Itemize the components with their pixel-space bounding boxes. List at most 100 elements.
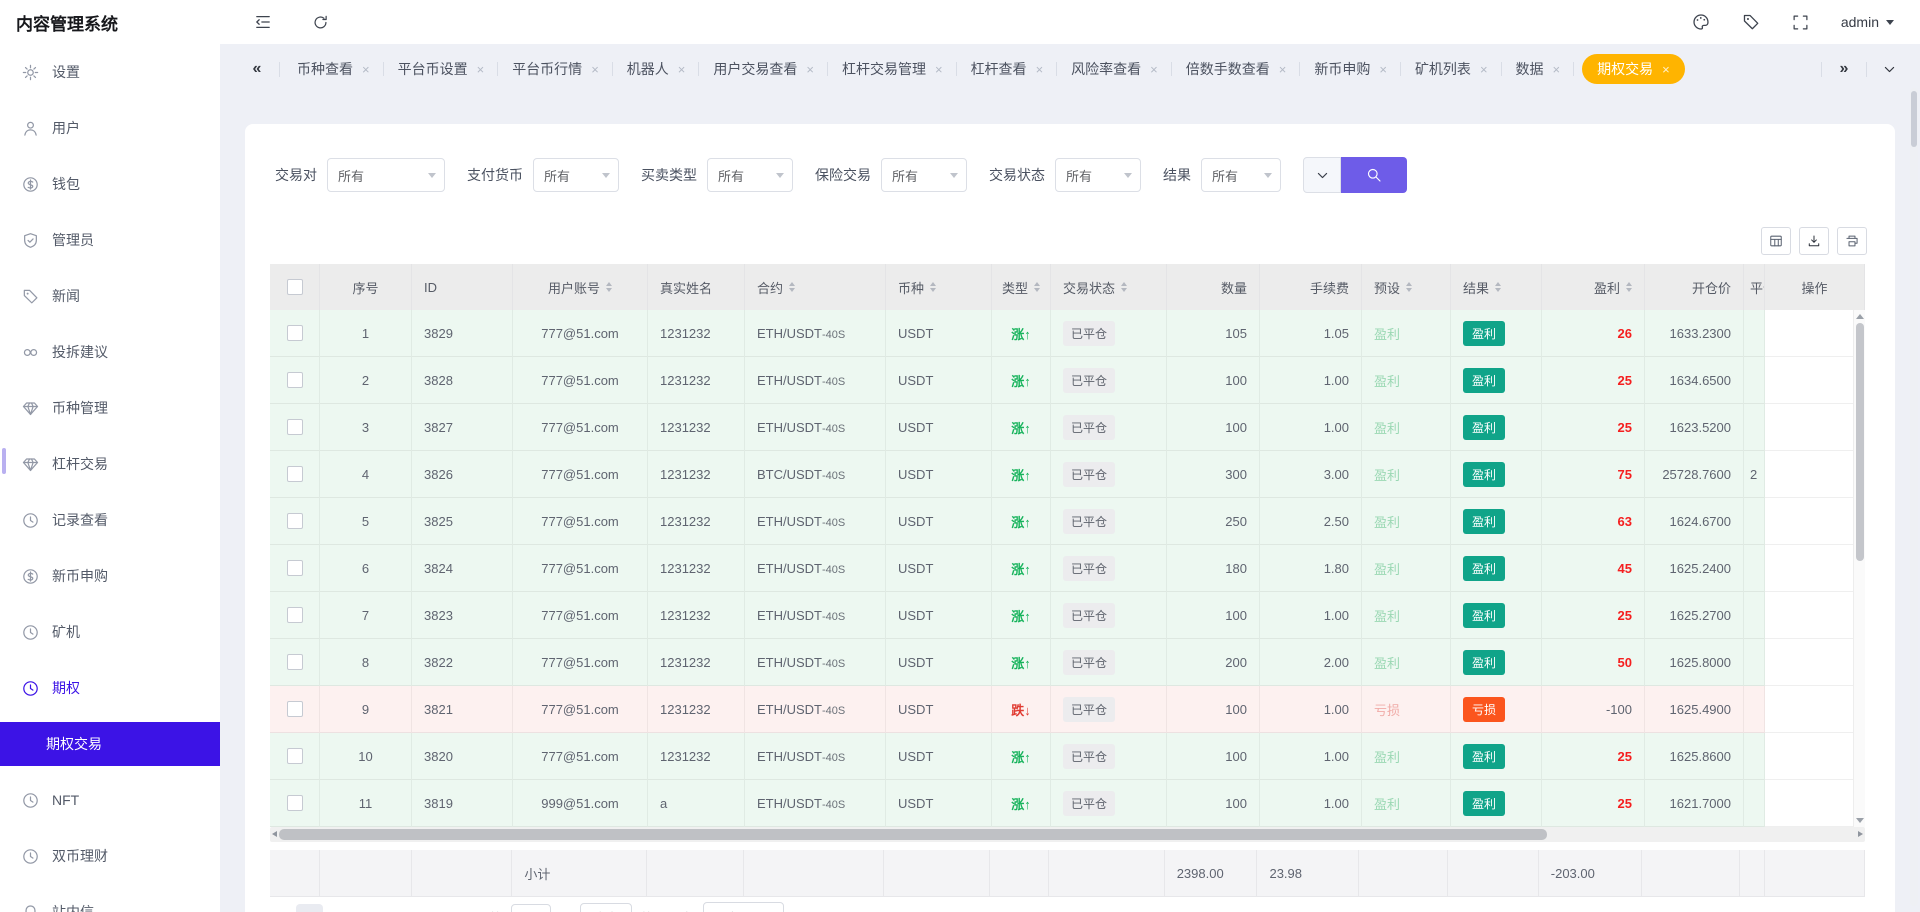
sidebar-item-settings[interactable]: 设置	[0, 44, 220, 100]
close-tab-icon[interactable]: ×	[1662, 62, 1670, 77]
close-tab-icon[interactable]: ×	[1379, 62, 1387, 77]
sidebar-item-users[interactable]: 用户	[0, 100, 220, 156]
confirm-button[interactable]: 确定	[580, 903, 632, 912]
filter-select[interactable]: 所有	[1055, 158, 1141, 192]
sidebar-scrollbar-thumb[interactable]	[2, 448, 6, 474]
scroll-up-arrow[interactable]	[1856, 314, 1864, 319]
scroll-right-arrow[interactable]	[1858, 831, 1863, 837]
vertical-scrollbar-thumb[interactable]	[1856, 323, 1864, 561]
next-page-button[interactable]: ›	[455, 908, 468, 912]
print-button[interactable]	[1837, 227, 1867, 255]
sort-icon[interactable]	[1626, 282, 1632, 292]
filter-select[interactable]: 所有	[327, 158, 445, 192]
row-checkbox[interactable]	[287, 607, 303, 623]
tab-11[interactable]: 矿机列表×	[1401, 44, 1502, 94]
row-checkbox[interactable]	[287, 419, 303, 435]
sort-icon[interactable]	[1121, 282, 1127, 292]
row-checkbox[interactable]	[287, 560, 303, 576]
fullscreen-button[interactable]	[1792, 14, 1809, 31]
tab-10[interactable]: 新币申购×	[1300, 44, 1401, 94]
sidebar-item-miner[interactable]: 矿机	[0, 604, 220, 660]
sidebar-item-admins[interactable]: 管理员	[0, 212, 220, 268]
expand-filters-button[interactable]	[1303, 157, 1341, 193]
close-tab-icon[interactable]: ×	[1480, 62, 1488, 77]
sort-icon[interactable]	[1495, 282, 1501, 292]
tab-4[interactable]: 机器人×	[613, 44, 700, 94]
sort-icon[interactable]	[930, 282, 936, 292]
close-tab-icon[interactable]: ×	[362, 62, 370, 77]
close-tab-icon[interactable]: ×	[1279, 62, 1287, 77]
window-scrollbar[interactable]	[1910, 88, 1918, 906]
collapse-sidebar-button[interactable]	[254, 13, 272, 31]
page-button-1[interactable]: 1	[296, 904, 323, 912]
row-checkbox[interactable]	[287, 795, 303, 811]
refresh-button[interactable]	[312, 14, 329, 31]
close-tab-icon[interactable]: ×	[591, 62, 599, 77]
filter-select[interactable]: 所有	[1201, 158, 1281, 192]
export-button[interactable]	[1799, 227, 1829, 255]
filter-select[interactable]: 所有	[533, 158, 619, 192]
page-jump-input[interactable]	[511, 904, 551, 912]
filter-select[interactable]: 所有	[707, 158, 793, 192]
search-button[interactable]	[1341, 157, 1407, 193]
user-menu[interactable]: admin	[1841, 14, 1894, 30]
sidebar-item-coin-manage[interactable]: 币种管理	[0, 380, 220, 436]
table-horizontal-scrollbar[interactable]	[270, 827, 1865, 842]
tab-12[interactable]: 数据×	[1502, 44, 1575, 94]
row-checkbox[interactable]	[287, 466, 303, 482]
theme-palette-button[interactable]	[1692, 13, 1710, 31]
tag-button[interactable]	[1742, 13, 1760, 31]
row-checkbox[interactable]	[287, 701, 303, 717]
page-button-2[interactable]: 2	[327, 904, 354, 912]
sidebar-item-new-coin[interactable]: 新币申购	[0, 548, 220, 604]
row-checkbox[interactable]	[287, 748, 303, 764]
sidebar-item-nft[interactable]: NFT	[0, 772, 220, 828]
sidebar-item-options-trade[interactable]: 期权交易	[0, 722, 220, 766]
tab-8[interactable]: 风险率查看×	[1057, 44, 1172, 94]
row-checkbox[interactable]	[287, 325, 303, 341]
sort-icon[interactable]	[789, 282, 795, 292]
page-button-3[interactable]: 3	[358, 904, 385, 912]
tab-13[interactable]: 期权交易×	[1582, 54, 1685, 84]
filter-select[interactable]: 所有	[881, 158, 967, 192]
row-checkbox[interactable]	[287, 654, 303, 670]
tab-9[interactable]: 倍数手数查看×	[1172, 44, 1301, 94]
sort-icon[interactable]	[1034, 282, 1040, 292]
row-checkbox[interactable]	[287, 372, 303, 388]
prev-page-button[interactable]: ‹	[275, 908, 288, 912]
scroll-down-arrow[interactable]	[1856, 818, 1864, 823]
tab-5[interactable]: 用户交易查看×	[699, 44, 828, 94]
window-scrollbar-thumb[interactable]	[1911, 91, 1917, 147]
tabs-scroll-right-button[interactable]: »	[1825, 60, 1863, 78]
page-button-100[interactable]: 100	[420, 904, 447, 912]
tab-3[interactable]: 平台币行情×	[498, 44, 613, 94]
sidebar-item-margin-trade[interactable]: 杠杆交易	[0, 436, 220, 492]
horizontal-scrollbar-thumb[interactable]	[279, 829, 1547, 840]
close-tab-icon[interactable]: ×	[935, 62, 943, 77]
tab-7[interactable]: 杠杆查看×	[957, 44, 1058, 94]
table-vertical-scrollbar[interactable]	[1853, 310, 1865, 827]
tab-6[interactable]: 杠杆交易管理×	[828, 44, 957, 94]
close-tab-icon[interactable]: ×	[1036, 62, 1044, 77]
select-all-checkbox[interactable]	[287, 279, 303, 295]
sidebar-item-news[interactable]: 新闻	[0, 268, 220, 324]
close-tab-icon[interactable]: ×	[678, 62, 686, 77]
close-tab-icon[interactable]: ×	[477, 62, 485, 77]
columns-button[interactable]	[1761, 227, 1791, 255]
close-tab-icon[interactable]: ×	[1150, 62, 1158, 77]
page-size-select[interactable]: 20条/页	[703, 902, 784, 912]
sort-icon[interactable]	[1406, 282, 1412, 292]
sidebar-item-feedback[interactable]: 投拆建议	[0, 324, 220, 380]
scroll-left-arrow[interactable]	[272, 831, 277, 837]
sidebar-item-records[interactable]: 记录查看	[0, 492, 220, 548]
close-tab-icon[interactable]: ×	[806, 62, 814, 77]
sidebar-item-options[interactable]: 期权	[0, 660, 220, 716]
tab-1[interactable]: 币种查看×	[283, 44, 384, 94]
close-tab-icon[interactable]: ×	[1553, 62, 1561, 77]
tabs-scroll-left-button[interactable]: «	[238, 60, 276, 78]
sidebar-item-dual-invest[interactable]: 双币理财	[0, 828, 220, 884]
tab-2[interactable]: 平台币设置×	[384, 44, 499, 94]
row-checkbox[interactable]	[287, 513, 303, 529]
sidebar-item-site-mail[interactable]: 站内信	[0, 884, 220, 912]
sort-icon[interactable]	[606, 282, 612, 292]
